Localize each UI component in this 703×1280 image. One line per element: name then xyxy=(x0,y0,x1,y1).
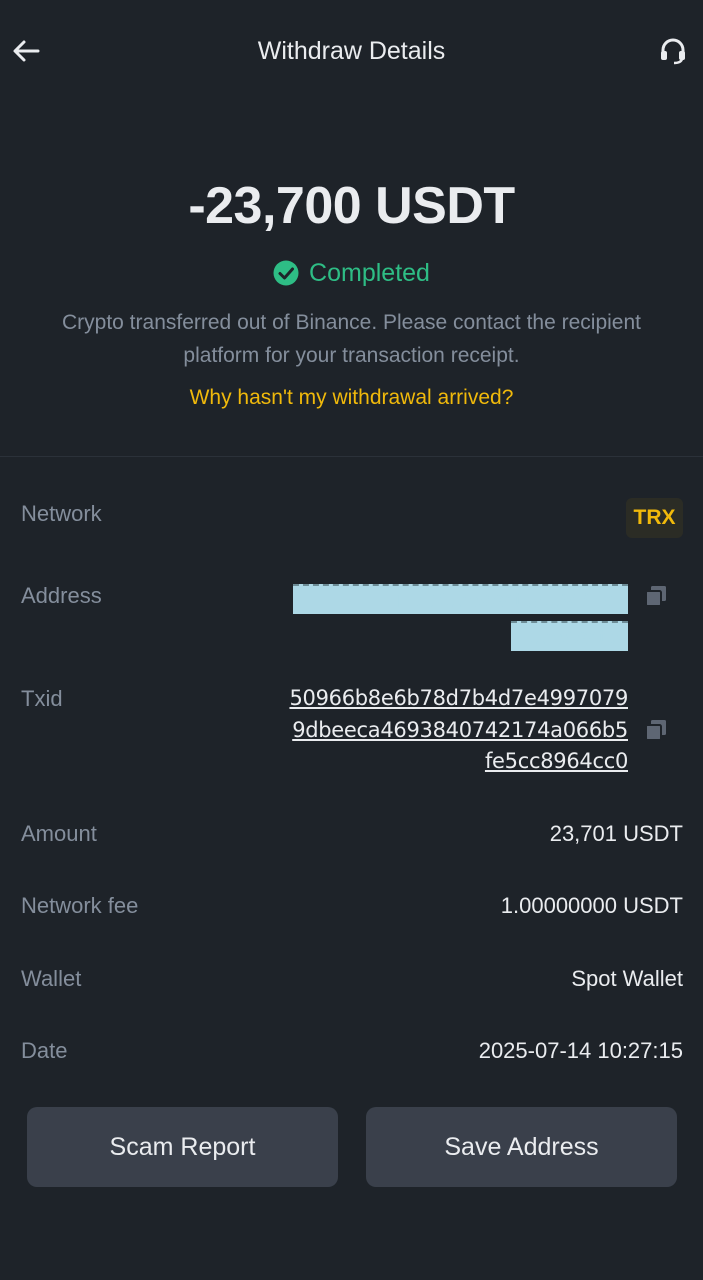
address-line-1: TTAX...redacted...VBTbP xyxy=(293,584,628,614)
header: Withdraw Details xyxy=(0,0,703,104)
network-label: Network xyxy=(21,501,102,526)
help-link[interactable]: Why hasn't my withdrawal arrived? xyxy=(190,382,514,414)
address-value: TTAX...redacted...VBTbP ...redacted xyxy=(288,584,628,656)
status-text: Completed xyxy=(309,259,430,287)
amount-value: 23,701 USDT xyxy=(549,821,683,846)
network-fee-label: Network fee xyxy=(21,893,139,918)
support-button[interactable] xyxy=(657,34,689,68)
network-fee-value: 1.00000000 USDT xyxy=(500,893,683,918)
save-address-button[interactable]: Save Address xyxy=(366,1107,677,1187)
divider xyxy=(0,456,703,457)
withdraw-summary: -23,700 USDT Completed Crypto transferre… xyxy=(0,170,703,414)
copy-icon xyxy=(645,720,666,741)
txid-line-2: 9dbeeca4693840742174a066b5 xyxy=(292,717,628,742)
date-label: Date xyxy=(21,1038,68,1063)
wallet-label: Wallet xyxy=(21,966,82,991)
txid-line-3: fe5cc8964cc0 xyxy=(484,749,628,773)
copy-txid-button[interactable] xyxy=(642,716,670,744)
amount-label: Amount xyxy=(21,821,97,846)
address-label: Address xyxy=(21,583,102,608)
status-description: Crypto transferred out of Binance. Pleas… xyxy=(62,311,641,367)
copy-icon xyxy=(645,586,666,607)
txid-value[interactable]: 50966b8e6b78d7b4d7e4997079 9dbeeca469384… xyxy=(268,683,628,778)
txid-line-1: 50966b8e6b78d7b4d7e4997079 xyxy=(289,686,628,710)
status-badge: Completed xyxy=(0,256,703,290)
wallet-value: Spot Wallet xyxy=(571,966,683,991)
headset-icon xyxy=(661,38,685,65)
date-value: 2025-07-14 10:27:15 xyxy=(478,1038,683,1063)
network-badge: TRX xyxy=(626,498,683,538)
copy-address-button[interactable] xyxy=(642,582,670,610)
check-circle-icon xyxy=(273,260,299,286)
address-line-2: ...redacted xyxy=(511,621,628,651)
scam-report-button[interactable]: Scam Report xyxy=(27,1107,338,1187)
txid-label: Txid xyxy=(21,686,63,711)
withdraw-amount: -23,700 USDT xyxy=(188,177,515,235)
page-title: Withdraw Details xyxy=(257,37,446,65)
